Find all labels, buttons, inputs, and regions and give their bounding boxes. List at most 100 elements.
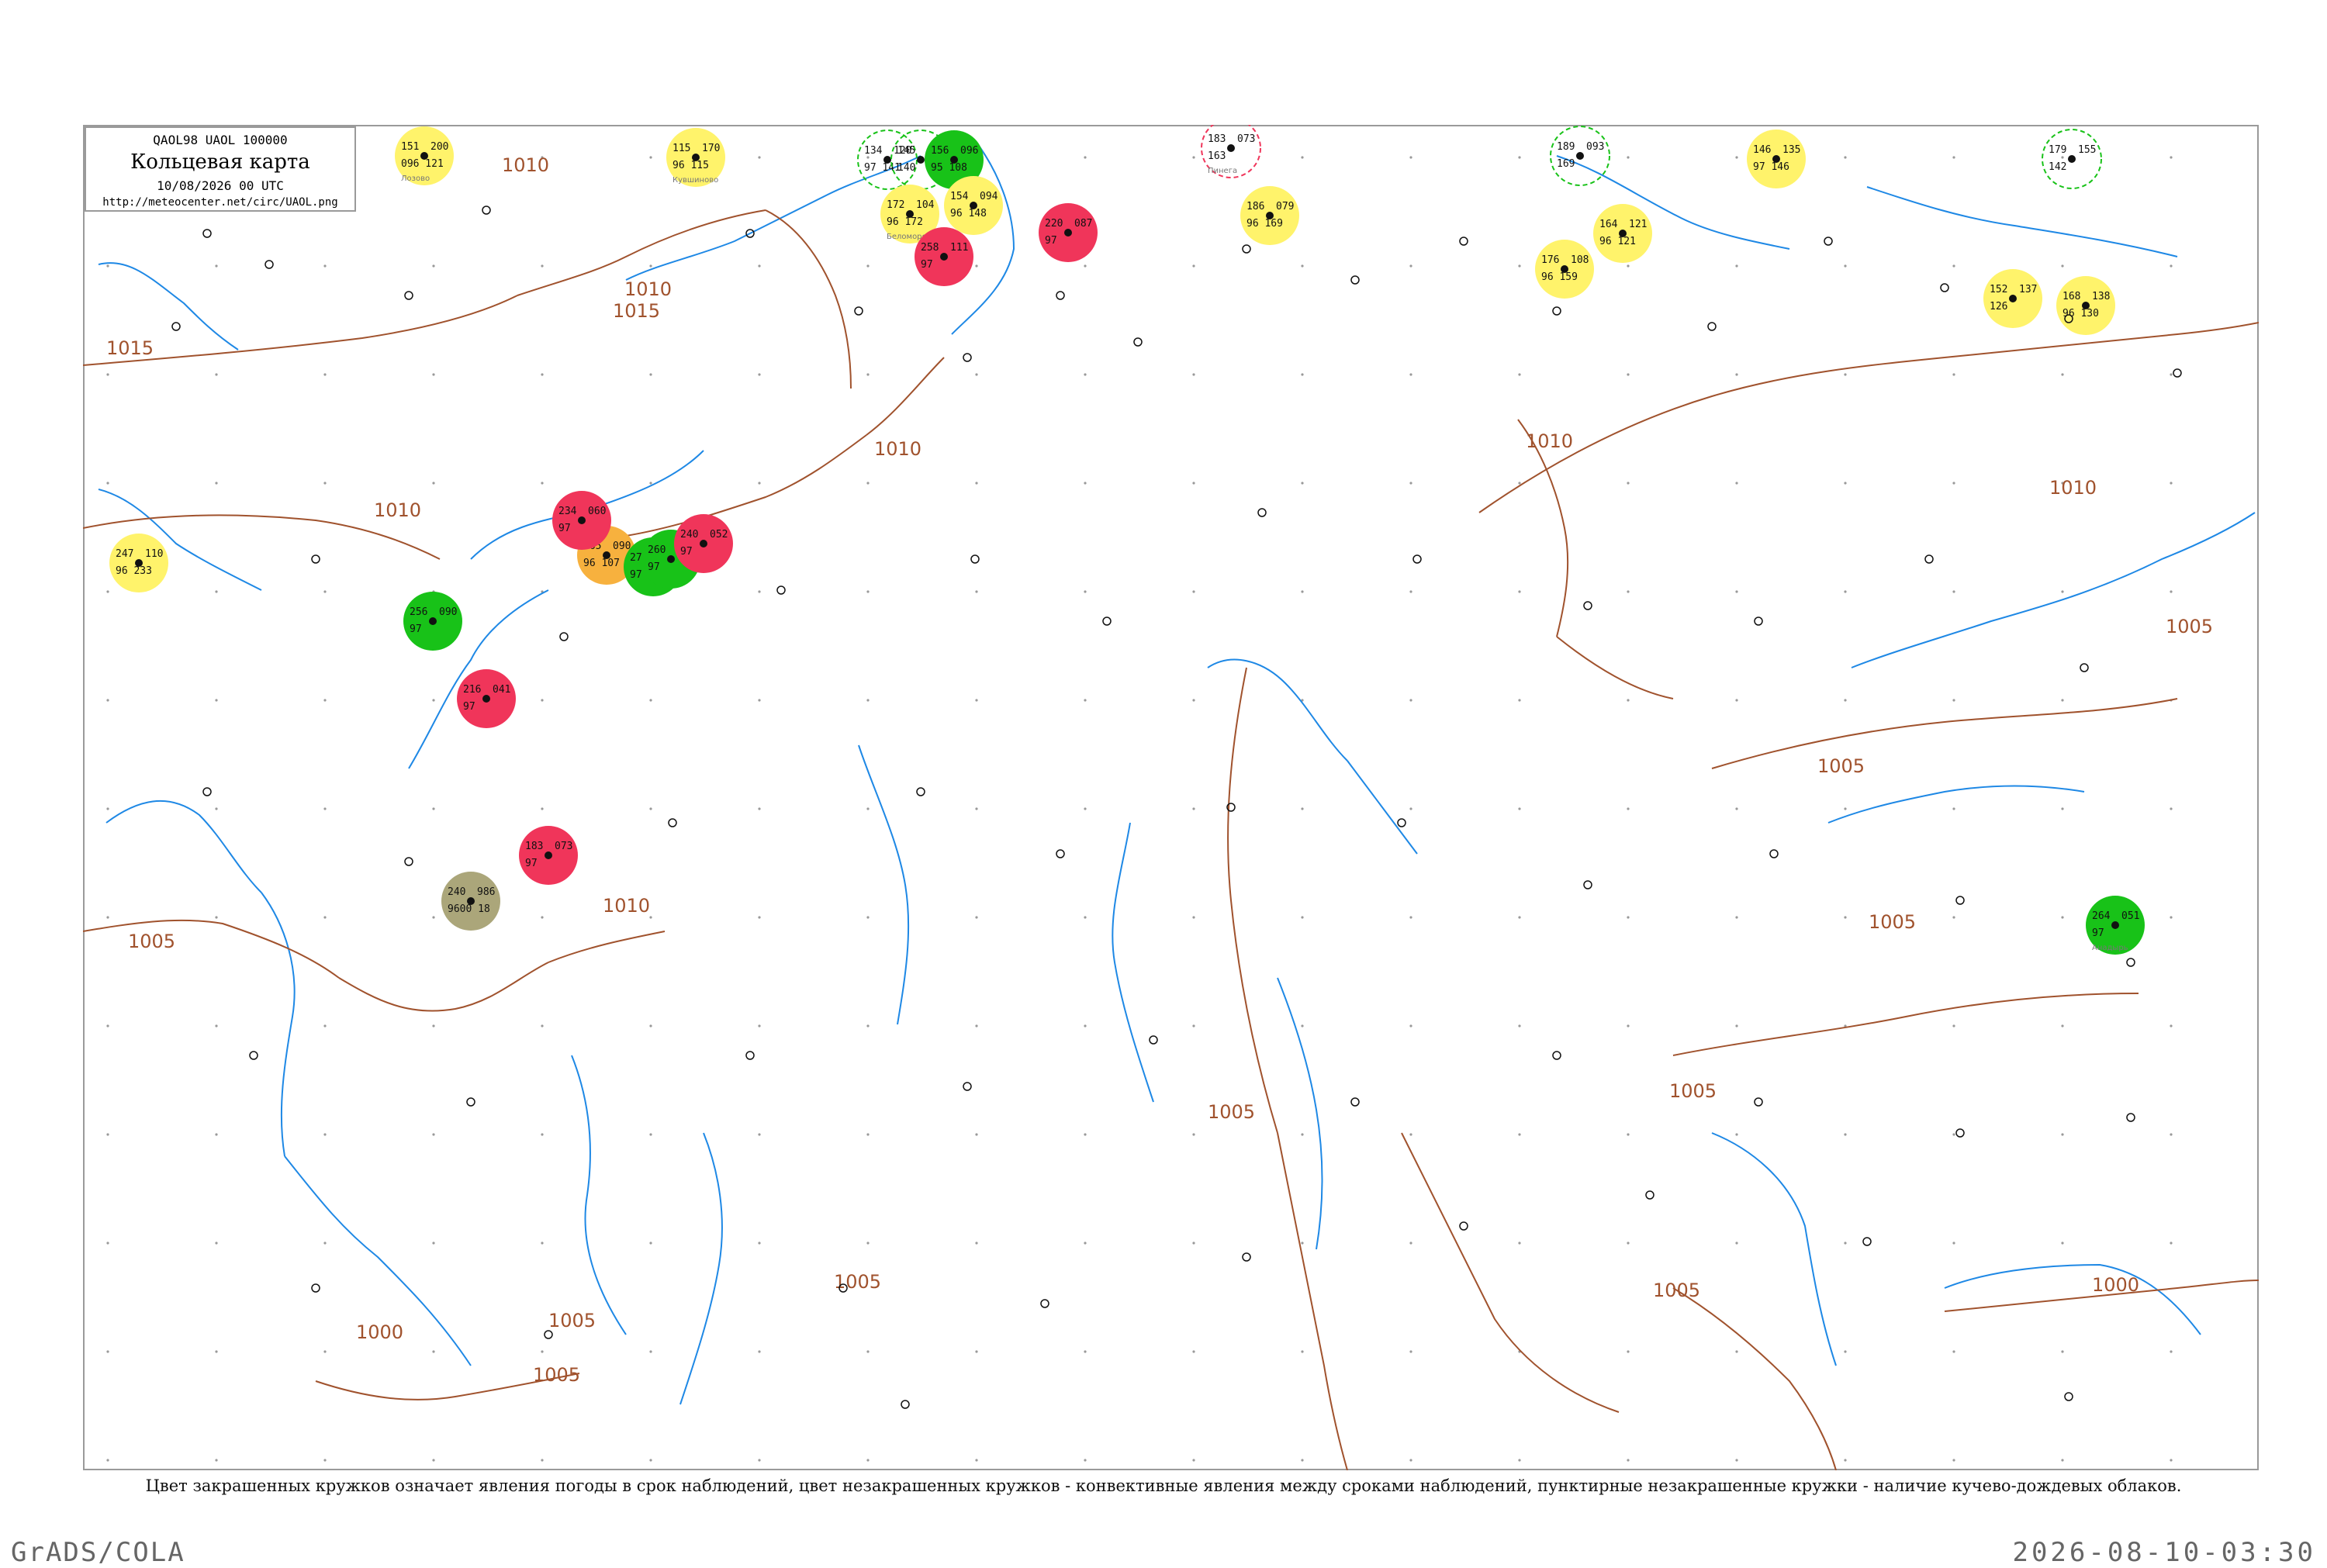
station-temperature: 164 xyxy=(1599,219,1618,230)
map-url[interactable]: http://meteocenter.net/circ/UAOL.png xyxy=(86,196,354,209)
isobar-label: 1000 xyxy=(356,1321,403,1343)
station-temperature: 172 xyxy=(887,199,904,211)
station-marker[interactable]: 216 041 97 xyxy=(457,669,516,728)
isobar-label: 1010 xyxy=(374,499,421,521)
station-dot xyxy=(2111,921,2119,929)
station-marker[interactable]: 258 111 97 xyxy=(915,227,973,286)
station-dot xyxy=(578,516,586,524)
station-pressure: 155 xyxy=(2078,144,2096,156)
station-code: 97 xyxy=(463,701,475,713)
station-name: Лозово xyxy=(401,174,430,183)
station-marker[interactable]: 240 986 9600 18 xyxy=(441,872,500,931)
station-pressure: 121 xyxy=(1629,219,1647,230)
station-marker[interactable]: 240 052 97 xyxy=(674,514,733,573)
station-pressure: 138 xyxy=(2092,291,2110,302)
station-temperature: 183 xyxy=(1208,133,1226,145)
station-pressure: 052 xyxy=(710,529,728,541)
station-marker[interactable]: 264 051 97 Анадырь xyxy=(2086,896,2145,955)
station-marker[interactable]: 176 108 96 159 xyxy=(1535,240,1594,299)
station-dot xyxy=(940,253,948,261)
station-marker[interactable]: 256 090 97 xyxy=(403,592,462,651)
isobar-label: 1005 xyxy=(128,931,175,952)
station-dot xyxy=(1576,152,1584,160)
isobar-label: 1010 xyxy=(603,895,650,917)
station-temperature: 264 xyxy=(2092,910,2111,922)
station-temperature: 152 xyxy=(1990,284,2007,295)
synoptic-map[interactable]: 1015 1010 1010 1010 1010 1010 1010 1005 … xyxy=(83,125,2259,1470)
station-temperature: 256 xyxy=(410,606,427,618)
station-temperature: 186 xyxy=(1246,201,1264,212)
station-code: 97 141 xyxy=(864,162,901,174)
station-pressure: 079 xyxy=(1276,201,1294,212)
station-code: 96 148 xyxy=(950,208,987,219)
footer-timestamp: 2026-08-10-03:30 xyxy=(2012,1537,2316,1568)
station-pressure: 137 xyxy=(2019,284,2037,295)
station-dot xyxy=(2009,295,2017,302)
station-marker[interactable]: 115 170 96 115 Кувшиново xyxy=(666,128,725,187)
station-code: 96 233 xyxy=(116,565,152,577)
station-pressure: 041 xyxy=(493,684,510,696)
station-pressure: 096 xyxy=(960,145,978,157)
isobar-label: 1005 xyxy=(1669,1080,1717,1102)
station-code: 96 130 xyxy=(2062,308,2099,319)
station-pressure: 090 xyxy=(613,541,631,552)
station-code: 142 xyxy=(2049,161,2066,173)
isobar-label: 1005 xyxy=(834,1271,881,1293)
station-temperature: 189 xyxy=(1557,141,1575,153)
station-name: Кувшиново xyxy=(673,176,718,185)
station-dot xyxy=(482,695,490,703)
station-temperature: 247 xyxy=(116,548,133,560)
station-dot xyxy=(667,555,675,563)
station-marker[interactable]: 168 138 96 130 xyxy=(2056,276,2115,335)
station-pressure: 060 xyxy=(588,506,606,517)
station-pressure: 094 xyxy=(980,191,998,202)
station-temperature: 154 xyxy=(950,191,969,202)
station-code: 97 xyxy=(525,858,538,869)
station-temperature: 151 xyxy=(401,141,419,153)
station-marker[interactable]: 220 087 97 xyxy=(1039,203,1098,262)
grid-dots xyxy=(83,125,2259,1470)
station-code: 096 121 xyxy=(401,158,444,170)
station-pressure: 051 xyxy=(2121,910,2139,922)
station-pressure: 110 xyxy=(145,548,163,560)
station-marker[interactable]: 183 073 97 xyxy=(519,826,578,885)
map-title: Кольцевая карта xyxy=(130,150,310,174)
station-code: 97 146 xyxy=(1753,161,1789,173)
station-marker[interactable]: 247 110 96 233 xyxy=(109,534,168,592)
map-date: 10/08/2026 00 UTC xyxy=(157,178,284,193)
station-code: 163 xyxy=(1208,150,1226,162)
station-marker[interactable]: 151 200 096 121 Лозово xyxy=(395,126,454,185)
station-temperature: 216 xyxy=(463,684,481,696)
station-temperature: 115 xyxy=(673,143,690,154)
station-marker[interactable]: 152 137 126 xyxy=(1983,269,2042,328)
isobar-label: 1010 xyxy=(2049,477,2097,499)
station-code: 96 107 xyxy=(583,558,620,569)
station-temperature: 260 xyxy=(648,544,666,556)
station-marker[interactable]: 164 121 96 121 xyxy=(1593,204,1652,263)
isobar-label: 1005 xyxy=(1653,1280,1700,1301)
station-code: 96 169 xyxy=(1246,218,1283,230)
station-code: 97 xyxy=(410,623,422,635)
station-pressure: 111 xyxy=(950,242,968,254)
station-temperature: 156 xyxy=(931,145,949,157)
station-marker[interactable]: 234 060 97 xyxy=(552,491,611,550)
isobar-label: 1005 xyxy=(1208,1101,1255,1123)
station-temperature: 179 xyxy=(2049,144,2066,156)
station-marker[interactable]: 154 094 96 148 xyxy=(944,176,1003,235)
station-temperature: 134 xyxy=(864,145,883,157)
station-temperature: 240 xyxy=(448,886,465,898)
station-dot xyxy=(1227,144,1235,152)
station-name: Анадырь xyxy=(2092,944,2128,952)
station-pressure: 104 xyxy=(916,199,935,211)
station-pressure: 135 xyxy=(1782,144,1800,156)
station-code: 96 159 xyxy=(1541,271,1578,283)
station-dot xyxy=(1064,229,1072,237)
station-marker[interactable]: 186 079 96 169 xyxy=(1240,186,1299,245)
station-pressure: 986 xyxy=(477,886,495,898)
station-marker[interactable]: 146 135 97 146 xyxy=(1747,130,1806,188)
station-code: 97 xyxy=(558,523,571,534)
station-pressure: 108 xyxy=(1571,254,1589,266)
isobar-label: 1015 xyxy=(106,337,154,359)
station-temperature: 168 xyxy=(2062,291,2080,302)
station-code: 97 xyxy=(921,259,933,271)
